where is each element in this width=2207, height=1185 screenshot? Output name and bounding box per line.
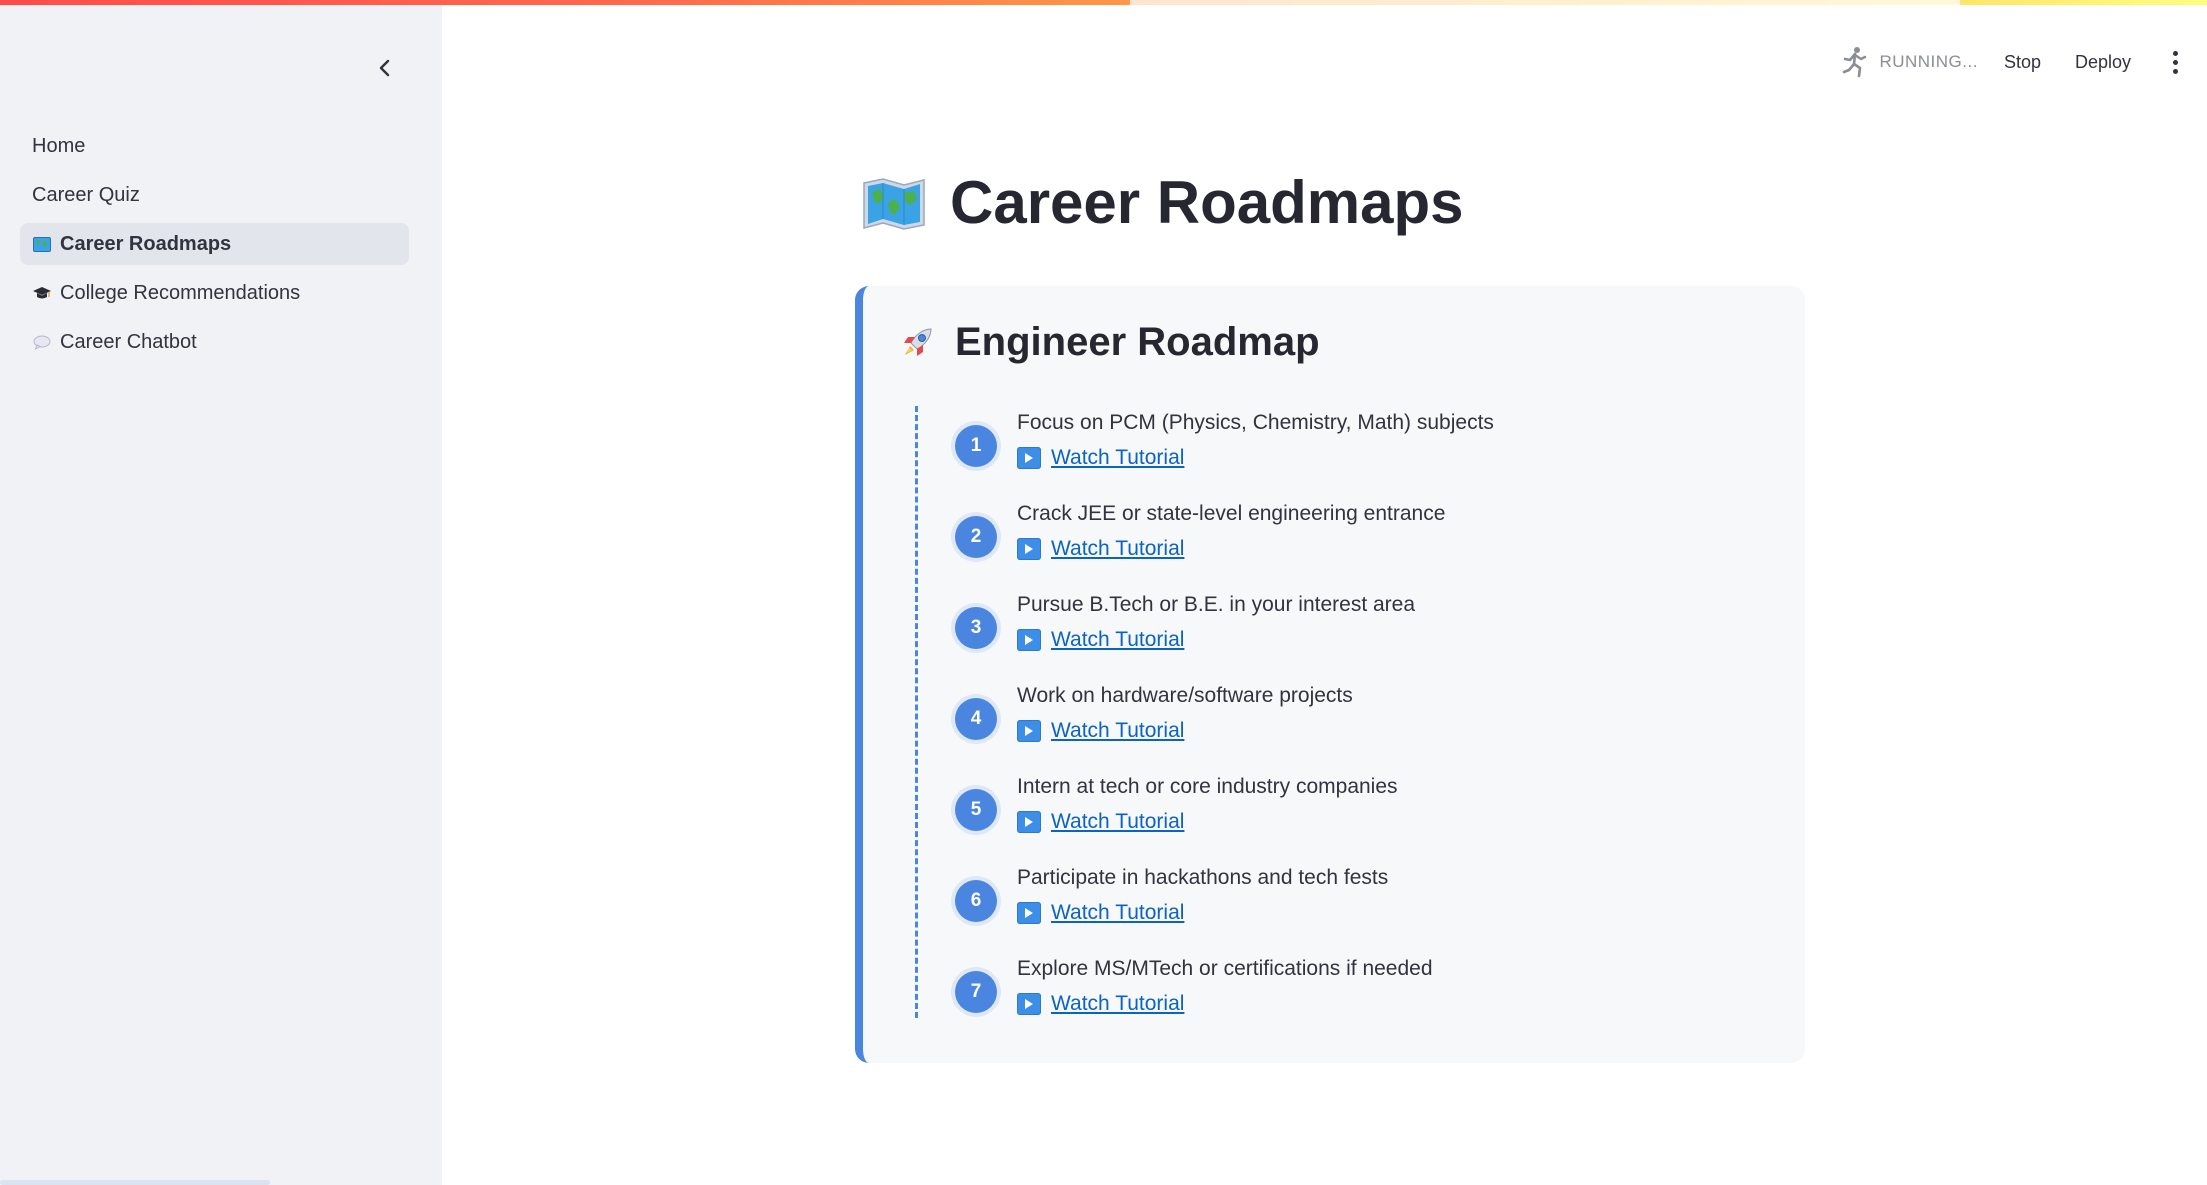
play-button-icon: [1017, 720, 1041, 742]
sidebar-item-home[interactable]: Home: [20, 125, 409, 167]
page-title: Career Roadmaps: [862, 168, 1464, 237]
roadmap-step: 3 Pursue B.Tech or B.E. in your interest…: [955, 593, 1755, 663]
step-link-row: Watch Tutorial: [1017, 810, 1184, 834]
roadmap-step: 1 Focus on PCM (Physics, Chemistry, Math…: [955, 411, 1755, 481]
sidebar-item-career-quiz[interactable]: Career Quiz: [20, 174, 409, 216]
step-text: Pursue B.Tech or B.E. in your interest a…: [1017, 593, 1416, 616]
play-button-icon: [1017, 447, 1041, 469]
roadmap-card: Engineer Roadmap 1 Focus on PCM (Physics…: [855, 286, 1805, 1063]
main-menu-kebab-icon[interactable]: [2165, 47, 2185, 77]
step-number-badge: 4: [955, 698, 997, 740]
world-map-icon: [862, 176, 926, 230]
sidebar-item-career-roadmaps[interactable]: Career Roadmaps: [20, 223, 409, 265]
play-button-icon: [1017, 538, 1041, 560]
sidebar: Home Career Quiz Career Roadmaps College…: [0, 5, 442, 1185]
roadmap-step: 2 Crack JEE or state-level engineering e…: [955, 502, 1755, 572]
step-text: Work on hardware/software projects: [1017, 684, 1353, 707]
sidebar-item-label: College Recommendations: [60, 281, 301, 304]
deploy-button[interactable]: Deploy: [2075, 52, 2131, 73]
step-number-badge: 5: [955, 789, 997, 831]
step-text: Crack JEE or state-level engineering ent…: [1017, 502, 1446, 525]
step-link-row: Watch Tutorial: [1017, 719, 1184, 743]
step-text: Intern at tech or core industry companie…: [1017, 775, 1398, 798]
chevron-left-icon: [379, 59, 390, 77]
sidebar-item-label: Career Roadmaps: [60, 232, 232, 255]
step-number-badge: 7: [955, 971, 997, 1013]
step-link-row: Watch Tutorial: [1017, 992, 1184, 1016]
step-number-badge: 2: [955, 516, 997, 558]
step-number-badge: 6: [955, 880, 997, 922]
app-header-toolbar: RUNNING... Stop Deploy: [1841, 40, 2207, 84]
step-text: Focus on PCM (Physics, Chemistry, Math) …: [1017, 411, 1494, 434]
roadmap-step: 5 Intern at tech or core industry compan…: [955, 775, 1755, 845]
sidebar-item-label: Home: [32, 134, 86, 157]
sidebar-item-label: Career Quiz: [32, 183, 140, 206]
play-button-icon: [1017, 811, 1041, 833]
watch-tutorial-link[interactable]: Watch Tutorial: [1051, 810, 1184, 834]
step-number-badge: 3: [955, 607, 997, 649]
speech-bubble-icon: [32, 335, 52, 350]
collapse-sidebar-button[interactable]: [372, 55, 398, 81]
graduation-cap-icon: [32, 286, 52, 301]
play-button-icon: [1017, 629, 1041, 651]
watch-tutorial-link[interactable]: Watch Tutorial: [1051, 537, 1184, 561]
step-link-row: Watch Tutorial: [1017, 537, 1184, 561]
running-status-label: RUNNING...: [1879, 52, 1978, 71]
step-number-badge: 1: [955, 425, 997, 467]
sidebar-scrollbar[interactable]: [0, 1180, 270, 1185]
step-text: Participate in hackathons and tech fests: [1017, 866, 1389, 889]
sidebar-item-career-chatbot[interactable]: Career Chatbot: [20, 321, 409, 363]
sidebar-nav: Home Career Quiz Career Roadmaps College…: [20, 125, 409, 370]
running-man-icon: [1841, 46, 1867, 78]
play-button-icon: [1017, 993, 1041, 1015]
running-status: RUNNING...: [1841, 46, 1978, 78]
roadmap-step: 6 Participate in hackathons and tech fes…: [955, 866, 1755, 936]
timeline-line: [915, 406, 918, 1018]
watch-tutorial-link[interactable]: Watch Tutorial: [1051, 628, 1184, 652]
world-map-icon: [32, 236, 52, 252]
sidebar-item-label: Career Chatbot: [60, 330, 197, 353]
step-link-row: Watch Tutorial: [1017, 901, 1184, 925]
page-title-text: Career Roadmaps: [950, 169, 1464, 236]
stop-button[interactable]: Stop: [2004, 52, 2041, 73]
watch-tutorial-link[interactable]: Watch Tutorial: [1051, 901, 1184, 925]
step-link-row: Watch Tutorial: [1017, 628, 1184, 652]
roadmap-card-title-text: Engineer Roadmap: [955, 320, 1320, 364]
play-button-icon: [1017, 902, 1041, 924]
step-text: Explore MS/MTech or certifications if ne…: [1017, 957, 1433, 980]
roadmap-card-title: Engineer Roadmap: [897, 320, 1320, 365]
watch-tutorial-link[interactable]: Watch Tutorial: [1051, 992, 1184, 1016]
roadmap-step: 4 Work on hardware/software projects Wat…: [955, 684, 1755, 754]
watch-tutorial-link[interactable]: Watch Tutorial: [1051, 719, 1184, 743]
step-link-row: Watch Tutorial: [1017, 446, 1184, 470]
roadmap-step: 7 Explore MS/MTech or certifications if …: [955, 957, 1755, 1027]
rocket-icon: [897, 323, 937, 363]
sidebar-item-college-recommendations[interactable]: College Recommendations: [20, 272, 409, 314]
watch-tutorial-link[interactable]: Watch Tutorial: [1051, 446, 1184, 470]
